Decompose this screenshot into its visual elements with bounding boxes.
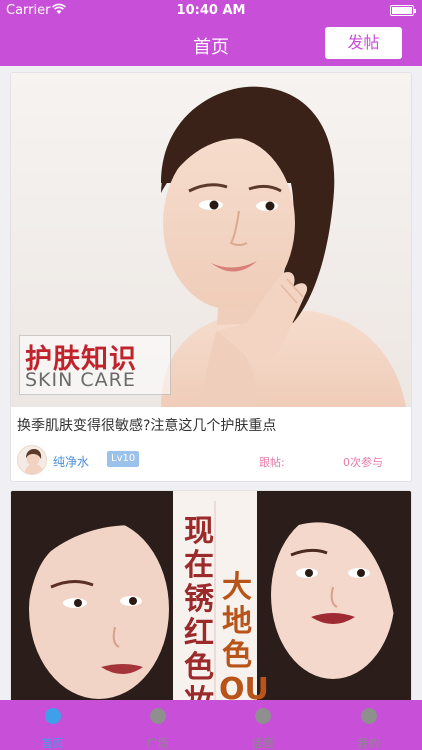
- poster-subheadline: 大地色OU: [219, 570, 269, 701]
- tab-label: 首页: [41, 737, 64, 750]
- tab-label: 话题: [251, 737, 274, 750]
- image-caption-en: SKIN CARE: [25, 369, 136, 391]
- navigation-bar: 首页 发帖: [0, 22, 422, 66]
- level-badge: Lv10: [107, 451, 140, 467]
- tab-label: 我的: [357, 737, 380, 750]
- poster-headline: 现在锈红色妆容: [184, 514, 214, 701]
- tab-topics[interactable]: 话题: [210, 700, 315, 750]
- tab-profile[interactable]: 我的: [316, 700, 421, 750]
- tab-square[interactable]: 广场: [105, 700, 210, 750]
- post-image[interactable]: 护肤知识 SKIN CARE: [11, 73, 411, 407]
- avatar-image: [18, 446, 46, 474]
- new-post-button[interactable]: 发帖: [325, 27, 402, 59]
- post-title[interactable]: 换季肌肤变得很敏感?注意这几个护肤重点: [17, 415, 276, 435]
- reply-count-label: 跟帖:: [259, 456, 285, 469]
- avatar[interactable]: [17, 445, 47, 475]
- tab-label: 广场: [146, 737, 169, 750]
- battery-icon: [390, 5, 416, 16]
- participation-count: 0次参与: [343, 456, 383, 469]
- status-bar: Carrier 10:40 AM: [0, 0, 422, 22]
- home-icon: [45, 708, 61, 724]
- tab-bar: 首页 广场 话题 我的: [0, 700, 422, 750]
- author-name[interactable]: 纯净水: [53, 453, 89, 470]
- post-card[interactable]: 护肤知识 SKIN CARE 换季肌肤变得很敏感?注意这几个护肤重点 纯净水 L…: [10, 72, 412, 482]
- bulb-icon: [150, 708, 166, 724]
- clock: 10:40 AM: [176, 3, 246, 18]
- post-card[interactable]: 现在锈红色妆容 大地色OU: [10, 490, 412, 700]
- pencil-icon: [255, 708, 271, 724]
- post-feed[interactable]: 护肤知识 SKIN CARE 换季肌肤变得很敏感?注意这几个护肤重点 纯净水 L…: [0, 66, 422, 700]
- gear-icon: [361, 708, 377, 724]
- tab-home[interactable]: 首页: [0, 700, 105, 750]
